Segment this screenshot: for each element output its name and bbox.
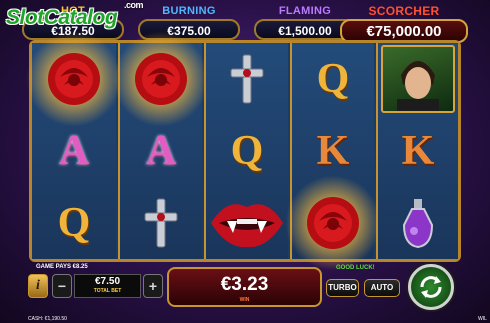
spin-button[interactable] bbox=[408, 264, 454, 310]
symbol-cell bbox=[206, 43, 288, 115]
symbol-cell: K bbox=[378, 115, 458, 187]
symbol-cell bbox=[113, 31, 209, 127]
symbol-cell: Q bbox=[206, 115, 288, 187]
letter-q-symbol: Q bbox=[57, 200, 91, 246]
win-display: €3.23 WIN bbox=[167, 267, 322, 307]
total-bet-value: €7.50 bbox=[94, 276, 121, 287]
rose-icon bbox=[307, 197, 359, 249]
good-luck-text: GOOD LUCK! bbox=[336, 265, 375, 271]
face-icon bbox=[397, 61, 439, 111]
cash-balance: CASH: €1,190.50 bbox=[28, 316, 67, 322]
reel-1: A Q bbox=[26, 31, 122, 259]
watermark-suffix: .com bbox=[124, 0, 144, 10]
symbol-cell: A bbox=[32, 115, 116, 187]
reel-grid: A Q A Q Q K K bbox=[26, 31, 461, 271]
symbol-cell bbox=[285, 175, 381, 271]
bet-panel: i − €7.50 TOTAL BET + bbox=[28, 273, 164, 299]
symbol-cell: Q bbox=[32, 187, 116, 259]
symbol-cell bbox=[206, 187, 288, 259]
letter-k-symbol: K bbox=[401, 128, 435, 174]
reel-2: A bbox=[113, 31, 209, 259]
letter-a-symbol: A bbox=[145, 128, 177, 174]
jackpot-scorcher: SCORCHER €75,000.00 bbox=[340, 4, 468, 44]
corner-text: WIL bbox=[478, 316, 487, 322]
autoplay-button[interactable]: AUTO bbox=[364, 279, 400, 297]
letter-a-symbol: A bbox=[58, 128, 90, 174]
turbo-button[interactable]: TURBO bbox=[326, 279, 359, 297]
symbol-cell: A bbox=[120, 115, 202, 187]
win-label: WIN bbox=[239, 297, 250, 303]
reel-5: K bbox=[376, 43, 458, 259]
jackpot-scorcher-label: SCORCHER bbox=[368, 4, 440, 18]
watermark-name: SlotCatalog bbox=[6, 6, 118, 29]
total-bet-display: €7.50 TOTAL BET bbox=[74, 274, 141, 298]
symbol-cell bbox=[378, 43, 458, 115]
symbol-cell bbox=[120, 187, 202, 259]
increase-bet-button[interactable]: + bbox=[143, 274, 163, 298]
cross-pendant-icon bbox=[230, 54, 264, 104]
game-pays-text: GAME PAYS €8.25 bbox=[36, 264, 88, 270]
letter-q-symbol: Q bbox=[230, 128, 264, 174]
symbol-cell bbox=[26, 31, 122, 127]
vampire-portrait-icon bbox=[381, 45, 455, 113]
potion-bottle-icon bbox=[402, 199, 434, 249]
total-bet-label: TOTAL BET bbox=[93, 288, 122, 294]
cross-pendant-icon bbox=[144, 198, 178, 248]
game-screen: HOT €187.50 BURNING €375.00 FLAMING €1,5… bbox=[0, 0, 490, 323]
win-value: €3.23 bbox=[220, 274, 269, 295]
rose-icon bbox=[135, 53, 187, 105]
reel-3: Q bbox=[204, 43, 288, 259]
symbol-cell: Q bbox=[292, 43, 374, 115]
letter-q-symbol: Q bbox=[316, 56, 350, 102]
refresh-arrows-icon bbox=[420, 276, 442, 298]
reel-4: Q K bbox=[285, 43, 381, 271]
control-bar: GAME PAYS €8.25 GOOD LUCK! i − €7.50 TOT… bbox=[0, 262, 490, 323]
info-button[interactable]: i bbox=[28, 274, 48, 298]
decrease-bet-button[interactable]: − bbox=[52, 274, 72, 298]
letter-k-symbol: K bbox=[316, 128, 350, 174]
vampire-lips-icon bbox=[211, 204, 283, 248]
symbol-cell bbox=[378, 187, 458, 259]
rose-icon bbox=[48, 53, 100, 105]
slotcatalog-watermark: SlotCatalog .com bbox=[6, 0, 144, 30]
jackpot-burning-label: BURNING bbox=[162, 5, 216, 17]
